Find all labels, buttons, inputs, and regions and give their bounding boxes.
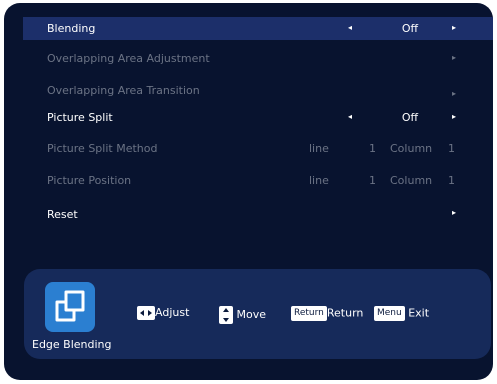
menu-item-picture-position[interactable]: Picture Position line 1 Column 1 — [23, 169, 493, 192]
left-right-arrows-icon — [137, 306, 155, 320]
move-label: Move — [236, 308, 267, 321]
osd-menu-screen: Blending ◂ Off ▸ Overlapping Area Adjust… — [4, 3, 493, 380]
app-name: Edge Blending — [32, 338, 112, 351]
column-value: 1 — [448, 142, 455, 155]
return-label: Return — [326, 306, 364, 320]
right-arrow-icon: ▸ — [452, 89, 457, 98]
menu-item-picture-split[interactable]: Picture Split ◂ Off ▸ — [23, 106, 493, 129]
adjust-label: Adjust — [155, 306, 190, 319]
blending-value: Off — [401, 22, 419, 35]
menu-key: Menu — [374, 306, 405, 321]
menu-item-label: Overlapping Area Adjustment — [47, 52, 210, 65]
menu-item-overlapping-area-adjustment[interactable]: Overlapping Area Adjustment ▸ — [23, 47, 493, 70]
menu-item-label: Picture Split Method — [47, 142, 158, 155]
menu-item-blending[interactable]: Blending ◂ Off ▸ — [23, 17, 493, 40]
picture-split-value: Off — [401, 111, 419, 124]
line-label: line — [309, 174, 329, 187]
column-value: 1 — [448, 174, 455, 187]
exit-hint: Menu Exit — [374, 306, 429, 321]
edge-blending-icon — [45, 282, 95, 332]
menu-item-label: Picture Position — [47, 174, 132, 187]
right-arrow-icon[interactable]: ▸ — [452, 22, 456, 34]
column-label: Column — [390, 142, 433, 155]
exit-label: Exit — [408, 306, 430, 320]
menu-item-reset[interactable]: Reset ▸ — [23, 203, 493, 226]
menu-item-overlapping-area-transition[interactable]: Overlapping Area Transition ▸ — [23, 79, 493, 102]
menu-item-label: Overlapping Area Transition — [47, 84, 200, 97]
left-arrow-icon[interactable]: ◂ — [348, 22, 352, 34]
adjust-hint: Adjust — [137, 306, 189, 320]
return-hint: Return Return — [291, 306, 363, 321]
menu-item-label: Picture Split — [47, 111, 113, 124]
right-arrow-icon: ▸ — [452, 53, 457, 62]
menu-item-label: Blending — [47, 22, 96, 35]
footer-panel: Edge Blending Adjust Move Return Return M… — [24, 269, 491, 359]
line-value: 1 — [369, 174, 376, 187]
line-value: 1 — [369, 142, 376, 155]
move-hint: Move — [219, 306, 266, 324]
column-label: Column — [390, 174, 433, 187]
return-key: Return — [291, 306, 327, 321]
left-arrow-icon[interactable]: ◂ — [348, 111, 352, 123]
right-arrow-icon[interactable]: ▸ — [452, 111, 456, 123]
line-label: line — [309, 142, 329, 155]
up-down-arrows-icon — [219, 306, 233, 324]
right-arrow-icon[interactable]: ▸ — [452, 207, 456, 219]
menu-item-label: Reset — [47, 208, 78, 221]
menu-item-picture-split-method[interactable]: Picture Split Method line 1 Column 1 — [23, 137, 493, 160]
